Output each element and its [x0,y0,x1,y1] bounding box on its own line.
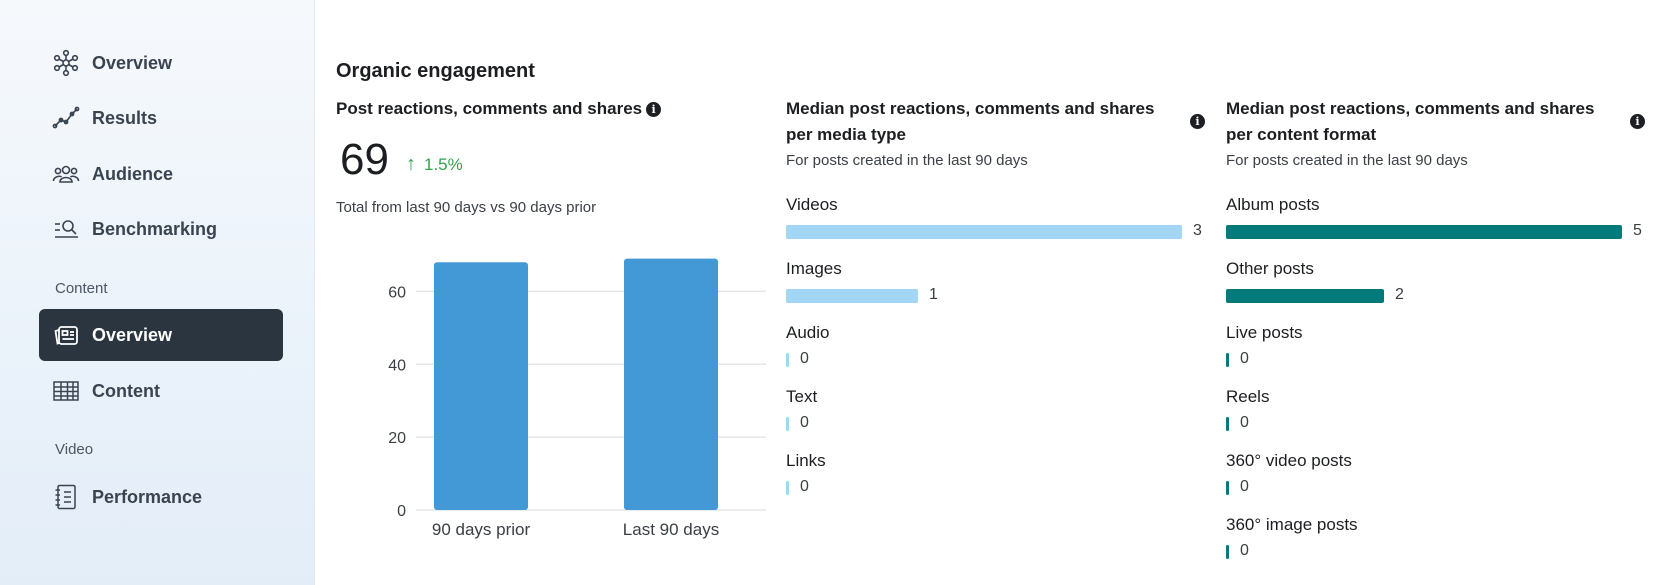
x-tick-label: 90 days prior [432,520,531,539]
nav-item-content-overview[interactable]: Overview [39,309,283,361]
nav-label: Content [92,380,160,401]
category-label: Text [786,387,818,406]
nav-label: Audience [92,163,174,184]
bar[interactable] [624,258,718,510]
category-label: Links [786,451,826,470]
card1-title-text: Post reactions, comments and shares [336,99,643,118]
bar[interactable] [786,225,1182,239]
bar[interactable] [786,289,918,303]
section-label-video: Video [55,441,94,458]
category-label: Audio [786,323,830,342]
nav-label: Performance [92,486,203,507]
bar[interactable] [1226,353,1229,367]
nav-item-results[interactable]: Results [39,92,283,144]
nav-label: Overview [92,52,173,73]
bar-value: 0 [800,414,809,431]
bar-chart: 0 20 40 60 90 days prior Last 90 days [388,258,766,539]
card2-subtitle: For posts created in the last 90 days [786,152,1028,169]
nav-item-performance[interactable]: Performance [39,471,283,523]
bar-value: 1 [929,286,938,303]
bar-value: 0 [800,478,809,495]
nav-label: Results [92,107,158,128]
nav-label: Benchmarking [92,218,218,239]
bar-value: 0 [1240,478,1249,495]
bar[interactable] [1226,545,1229,559]
category-label: 360° video posts [1226,451,1352,470]
table-icon [52,377,80,405]
card1-subtitle: Total from last 90 days vs 90 days prior [336,199,597,216]
content-overview-icon [52,321,80,349]
category-label: Videos [786,195,838,214]
metric-value: 69 [340,135,389,184]
category-label: Images [786,259,842,278]
bar-value: 5 [1633,222,1642,239]
network-icon [52,49,80,77]
bar[interactable] [1226,481,1229,495]
card3-title-line2: per content format [1226,125,1377,144]
card3-subtitle: For posts created in the last 90 days [1226,152,1468,169]
info-icon[interactable]: i [1190,114,1205,129]
bar-value: 0 [800,350,809,367]
y-tick-label: 40 [388,357,406,374]
bar-value: 3 [1193,222,1202,239]
bar[interactable] [786,417,789,431]
people-icon [52,160,80,188]
card2-title-line2: per media type [786,125,906,144]
trend-line-icon [52,104,80,132]
card3-title: Median post reactions, comments and shar… [1226,96,1626,148]
card2-title: Median post reactions, comments and shar… [786,96,1186,148]
nav-label: Overview [92,324,173,345]
y-tick-label: 0 [397,503,406,520]
change-value: 1.5% [424,154,463,174]
nav-item-audience[interactable]: Audience [39,148,283,200]
category-label: 360° image posts [1226,515,1358,534]
search-list-icon [52,215,80,243]
bar[interactable] [786,353,789,367]
arrow-up-icon: ↑ [406,153,416,175]
bar[interactable] [1226,417,1229,431]
bar[interactable] [786,481,789,495]
section-label-content: Content [55,280,108,297]
bar-value: 0 [1240,414,1249,431]
sidebar: Overview Results Audience Benchmarking C… [0,0,315,585]
main-content: Organic engagement Post reactions, comme… [336,0,1668,585]
bar[interactable] [1226,289,1384,303]
metric-change: ↑ 1.5% [406,153,463,176]
category-label: Live posts [1226,323,1303,342]
x-tick-label: Last 90 days [623,520,719,539]
info-icon[interactable]: i [646,102,662,118]
bar-value: 0 [1240,350,1249,367]
category-label: Other posts [1226,259,1314,278]
category-label: Album posts [1226,195,1320,214]
card1-title: Post reactions, comments and shares i [336,96,662,122]
y-tick-label: 20 [388,430,406,447]
nav-item-content[interactable]: Content [39,365,283,417]
bar[interactable] [434,262,528,510]
info-icon[interactable]: i [1630,114,1645,129]
section-heading: Organic engagement [336,60,535,82]
card3-title-line1: Median post reactions, comments and shar… [1226,99,1595,118]
bar-value: 0 [1240,542,1249,559]
y-tick-label: 60 [388,284,406,301]
bar[interactable] [1226,225,1622,239]
nav-item-overview[interactable]: Overview [39,37,283,89]
category-label: Reels [1226,387,1270,406]
card2-title-line1: Median post reactions, comments and shar… [786,99,1155,118]
notebook-icon [52,483,80,511]
bar-value: 2 [1395,286,1404,303]
nav-item-benchmarking[interactable]: Benchmarking [39,203,283,255]
